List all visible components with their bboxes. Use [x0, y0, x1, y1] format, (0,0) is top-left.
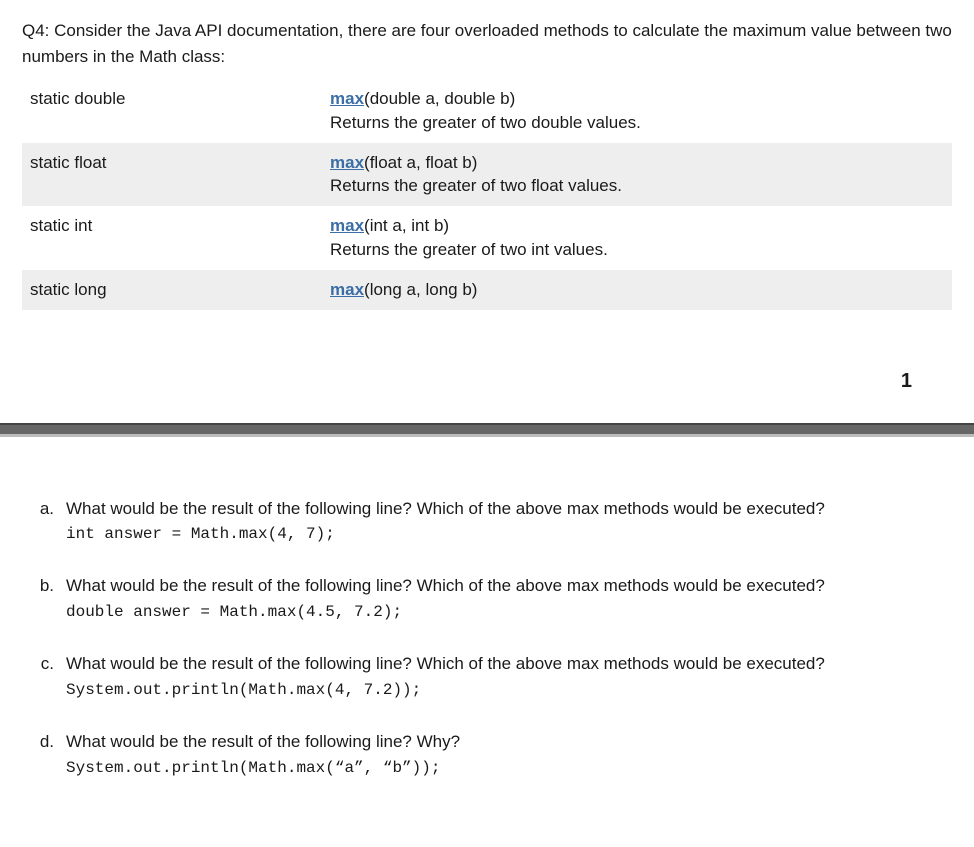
item-marker: c. — [22, 652, 66, 702]
item-question: What would be the result of the followin… — [66, 652, 952, 677]
page-separator — [0, 423, 974, 437]
item-code: int answer = Math.max(4, 7); — [66, 523, 952, 546]
method-cell: max(long a, long b) — [322, 270, 952, 310]
method-description: Returns the greater of two float values. — [330, 176, 622, 195]
method-link[interactable]: max — [330, 153, 364, 172]
item-marker: b. — [22, 574, 66, 624]
table-row: static long max(long a, long b) — [22, 270, 952, 310]
method-link[interactable]: max — [330, 280, 364, 299]
modifier-cell: static float — [22, 143, 322, 207]
method-description: Returns the greater of two int values. — [330, 240, 608, 259]
list-item: b. What would be the result of the follo… — [22, 574, 952, 624]
method-cell: max(float a, float b) Returns the greate… — [322, 143, 952, 207]
list-item: d. What would be the result of the follo… — [22, 730, 952, 780]
method-cell: max(double a, double b) Returns the grea… — [322, 79, 952, 143]
method-link[interactable]: max — [330, 89, 364, 108]
method-description: Returns the greater of two double values… — [330, 113, 641, 132]
method-params: (float a, float b) — [364, 153, 477, 172]
method-params: (double a, double b) — [364, 89, 515, 108]
table-row: static double max(double a, double b) Re… — [22, 79, 952, 143]
api-methods-table: static double max(double a, double b) Re… — [22, 79, 952, 310]
modifier-cell: static int — [22, 206, 322, 270]
list-item: c. What would be the result of the follo… — [22, 652, 952, 702]
item-marker: a. — [22, 497, 66, 547]
item-code: System.out.println(Math.max(“a”, “b”)); — [66, 757, 952, 780]
question-intro: Q4: Consider the Java API documentation,… — [22, 18, 952, 69]
sub-question-list: a. What would be the result of the follo… — [22, 497, 952, 780]
item-question: What would be the result of the followin… — [66, 497, 952, 522]
page-number: 1 — [22, 310, 952, 423]
item-question: What would be the result of the followin… — [66, 730, 952, 755]
item-marker: d. — [22, 730, 66, 780]
item-code: System.out.println(Math.max(4, 7.2)); — [66, 679, 952, 702]
method-params: (int a, int b) — [364, 216, 449, 235]
method-cell: max(int a, int b) Returns the greater of… — [322, 206, 952, 270]
table-row: static float max(float a, float b) Retur… — [22, 143, 952, 207]
method-link[interactable]: max — [330, 216, 364, 235]
modifier-cell: static double — [22, 79, 322, 143]
table-row: static int max(int a, int b) Returns the… — [22, 206, 952, 270]
method-params: (long a, long b) — [364, 280, 477, 299]
item-question: What would be the result of the followin… — [66, 574, 952, 599]
list-item: a. What would be the result of the follo… — [22, 497, 952, 547]
item-code: double answer = Math.max(4.5, 7.2); — [66, 601, 952, 624]
modifier-cell: static long — [22, 270, 322, 310]
